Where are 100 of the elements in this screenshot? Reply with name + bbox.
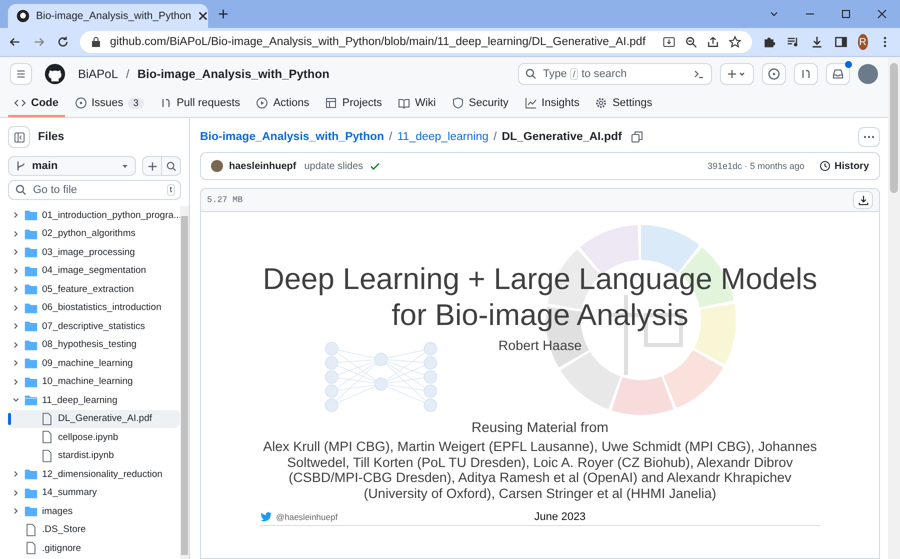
maximize-icon[interactable] — [840, 8, 852, 20]
github-logo-icon[interactable] — [44, 63, 66, 85]
close-icon[interactable] — [197, 10, 210, 22]
star-icon[interactable] — [728, 35, 742, 49]
repo-tab[interactable]: Projects — [319, 91, 388, 117]
folder-icon — [24, 467, 38, 482]
file-name: 04_image_segmentation — [42, 265, 146, 276]
file-tree-item[interactable]: 08_hypothesis_testing — [8, 336, 180, 354]
repo-tab[interactable]: Insights — [518, 91, 586, 117]
code-icon — [14, 97, 26, 109]
folder-icon — [24, 226, 38, 241]
file-tree-item[interactable]: 01_introduction_python_progra... — [8, 206, 180, 224]
repo-tab[interactable]: Settings — [589, 91, 658, 117]
check-icon[interactable] — [369, 160, 382, 172]
file-tree-item[interactable]: 09_machine_learning — [8, 354, 180, 372]
download-button[interactable] — [853, 191, 873, 209]
inbox-button[interactable] — [826, 63, 850, 85]
profile-avatar[interactable]: R — [858, 34, 868, 50]
side-panel-icon[interactable] — [834, 35, 848, 49]
file-tree-item[interactable]: 05_feature_extraction — [8, 280, 180, 298]
chevron-right-icon[interactable] — [12, 507, 20, 516]
history-button[interactable]: History — [818, 160, 869, 172]
slide-date: June 2023 — [533, 511, 587, 523]
commit-message[interactable]: update slides — [304, 160, 364, 172]
play-icon — [256, 97, 268, 109]
chevron-right-icon[interactable] — [12, 488, 20, 497]
branch-icon — [15, 160, 27, 172]
chevron-right-icon[interactable] — [12, 378, 20, 386]
copy-icon[interactable] — [630, 131, 643, 143]
repo-link[interactable]: Bio-image_Analysis_with_Python — [137, 67, 330, 81]
issues-button[interactable] — [762, 63, 786, 85]
file-tree-item[interactable]: .gitignore — [8, 539, 180, 558]
chevron-right-icon[interactable] — [12, 359, 20, 368]
menu-button[interactable] — [10, 63, 32, 85]
chevron-right-icon[interactable] — [12, 266, 20, 275]
share-icon[interactable] — [706, 35, 720, 49]
chevron-right-icon[interactable] — [12, 340, 20, 349]
repo-tab[interactable]: Wiki — [392, 91, 442, 117]
create-new-button[interactable] — [720, 63, 754, 85]
repo-tab[interactable]: Code — [8, 91, 64, 117]
forward-arrow-icon[interactable] — [32, 35, 46, 49]
more-options-button[interactable] — [858, 127, 880, 147]
chevron-down-icon[interactable] — [12, 396, 20, 404]
branch-selector[interactable]: main — [8, 156, 136, 176]
page-scrollbar[interactable] — [888, 57, 900, 559]
chevron-right-icon[interactable] — [12, 470, 20, 478]
file-tree-item[interactable]: 02_python_algorithms — [8, 224, 180, 243]
open-folder-icon — [24, 393, 38, 408]
file-tree-item[interactable]: stardist.ipynb — [8, 446, 180, 465]
new-tab-button[interactable]: + — [208, 4, 239, 24]
repo-tab[interactable]: Pull requests — [154, 91, 246, 117]
more-dots-icon — [863, 135, 875, 139]
chevron-right-icon[interactable] — [12, 285, 20, 294]
sidebar-toggle-icon — [14, 132, 24, 142]
file-tree-item[interactable]: 07_descriptive_statistics — [8, 317, 180, 336]
chevron-right-icon[interactable] — [12, 230, 20, 238]
selection-indicator — [8, 412, 11, 425]
breadcrumb-link[interactable]: 11_deep_learning — [397, 131, 488, 143]
pull-requests-button[interactable] — [794, 63, 818, 85]
puzzle-icon[interactable] — [762, 35, 776, 49]
file-tree-item[interactable]: DL_Generative_AI.pdf — [8, 410, 180, 428]
repo-tab[interactable]: Actions — [250, 91, 316, 117]
file-tree-item[interactable]: .DS_Store — [8, 520, 180, 539]
owner-link[interactable]: BiAPoL — [78, 67, 118, 81]
file-size: 5.27 MB — [207, 195, 243, 205]
address-bar[interactable]: github.com/BiAPoL/Bio-image_Analysis_with_Python/blob/main/11_deep_learning/DL_Generative_AI.pdf — [80, 31, 752, 53]
file-tree-item[interactable]: 11_deep_learning — [8, 391, 180, 410]
file-tree-item[interactable]: 14_summary — [8, 484, 180, 502]
lock-icon — [90, 36, 102, 48]
file-tree-item[interactable]: 06_biostatistics_introduction — [8, 298, 180, 317]
file-tree-item[interactable]: 12_dimensionality_reduction — [8, 465, 180, 484]
command-palette-icon[interactable] — [693, 68, 705, 80]
media-icon[interactable] — [786, 35, 800, 49]
zoom-icon[interactable] — [684, 35, 698, 49]
folder-icon — [24, 208, 38, 222]
file-tree-item[interactable]: images — [8, 502, 180, 520]
chevron-right-icon[interactable] — [12, 304, 20, 312]
install-icon[interactable] — [662, 35, 676, 49]
repo-tab[interactable]: Security — [446, 91, 515, 117]
file-name: 06_biostatistics_introduction — [42, 302, 162, 314]
close-icon[interactable] — [876, 8, 888, 20]
tab-title: Bio-image_Analysis_with_Python — [36, 10, 192, 22]
back-arrow-icon[interactable] — [8, 35, 22, 49]
file-tree-item[interactable]: 03_image_processing — [8, 243, 180, 262]
file-tree-item[interactable]: 10_machine_learning — [8, 372, 180, 391]
sidebar-scrollbar[interactable] — [180, 206, 189, 559]
file-tree-item[interactable]: 04_image_segmentation — [8, 262, 180, 280]
reload-icon[interactable] — [56, 35, 70, 49]
chevron-right-icon[interactable] — [12, 322, 20, 330]
repo-tab[interactable]: Issues 3 — [68, 91, 150, 117]
chevron-right-icon[interactable] — [12, 211, 20, 220]
commit-author[interactable]: haesleinhuepf — [229, 160, 296, 172]
user-avatar[interactable] — [858, 64, 878, 84]
breadcrumb-link[interactable]: Bio-image_Analysis_with_Python — [200, 131, 384, 143]
collapse-sidebar-button[interactable] — [8, 126, 30, 148]
download-icon[interactable] — [810, 35, 824, 49]
file-tree-item[interactable]: cellpose.ipynb — [8, 428, 180, 446]
chevron-right-icon[interactable] — [12, 248, 20, 256]
search-field[interactable]: Type / to search — [518, 63, 712, 85]
browser-tab[interactable]: Bio-image_Analysis_with_Python — [8, 4, 208, 28]
